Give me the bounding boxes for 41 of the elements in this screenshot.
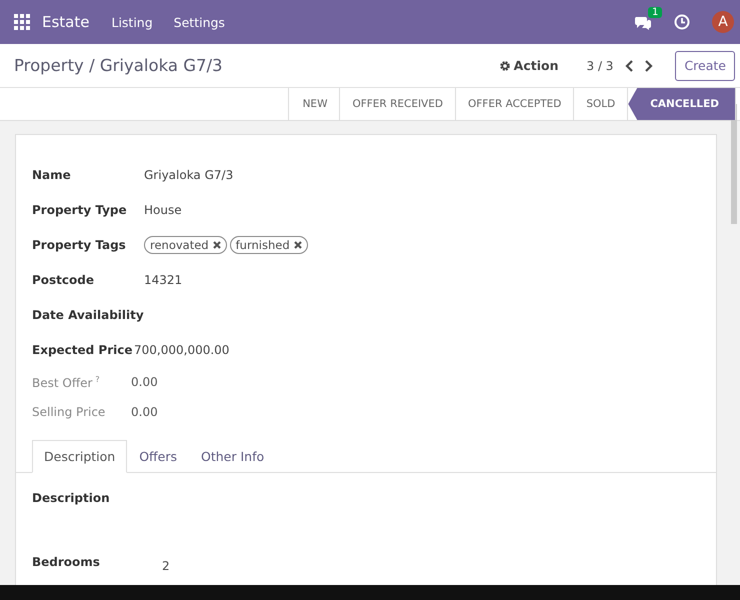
field-label: Expected Price [32, 342, 132, 356]
chat-icon[interactable] [634, 14, 652, 30]
field-value[interactable]: 700,000,000.00 [134, 342, 230, 356]
menu-item[interactable]: Listing [111, 14, 153, 30]
field-label: Postcode [32, 272, 94, 286]
field-label: Description [32, 491, 111, 505]
tag-chip[interactable]: renovated [144, 236, 227, 254]
field-label: Property Type [32, 202, 127, 216]
menu-item[interactable]: Settings [174, 14, 225, 30]
field-value[interactable]: 14321 [144, 272, 182, 286]
field-label: Best Offer [32, 376, 92, 390]
app-name[interactable]: Estate [42, 13, 90, 31]
field-value[interactable]: Griyaloka G7/3 [144, 168, 234, 182]
notebook-tab[interactable]: Offers [127, 440, 189, 473]
action-button[interactable]: Action [498, 58, 558, 73]
status-stage[interactable]: CANCELLED [628, 88, 736, 120]
apps-menu-icon[interactable] [14, 14, 30, 30]
notebook-tab[interactable]: Description [32, 440, 128, 473]
field-label: Name [32, 168, 71, 182]
field-value[interactable]: 2 [162, 559, 170, 573]
next-icon[interactable] [643, 60, 654, 72]
field-value: 0.00 [131, 375, 158, 389]
field-label: Bedrooms [32, 555, 101, 571]
remove-icon[interactable] [212, 240, 221, 248]
breadcrumb: Property / Griyaloka G7/3 [14, 56, 223, 75]
help-tooltip-mark[interactable]: ? [95, 374, 100, 384]
message-count-badge: 1 [648, 6, 662, 18]
gear-icon[interactable] [498, 60, 511, 72]
field-value[interactable]: House [144, 202, 182, 216]
user-avatar[interactable]: A [712, 11, 734, 33]
field-value: 0.00 [131, 405, 158, 419]
previous-icon[interactable] [625, 60, 636, 72]
field-label: Date Availability [32, 308, 144, 322]
pager-value: 3 / 3 [586, 58, 614, 72]
remove-icon[interactable] [294, 240, 302, 248]
field-label: Property Tags [32, 238, 126, 252]
field-label: Selling Price [32, 405, 106, 419]
create-button[interactable]: Create [675, 50, 735, 80]
clock-icon[interactable] [674, 14, 690, 30]
tag-chip[interactable]: furnished [230, 236, 308, 254]
notebook-tab[interactable]: Other Info [189, 440, 276, 473]
